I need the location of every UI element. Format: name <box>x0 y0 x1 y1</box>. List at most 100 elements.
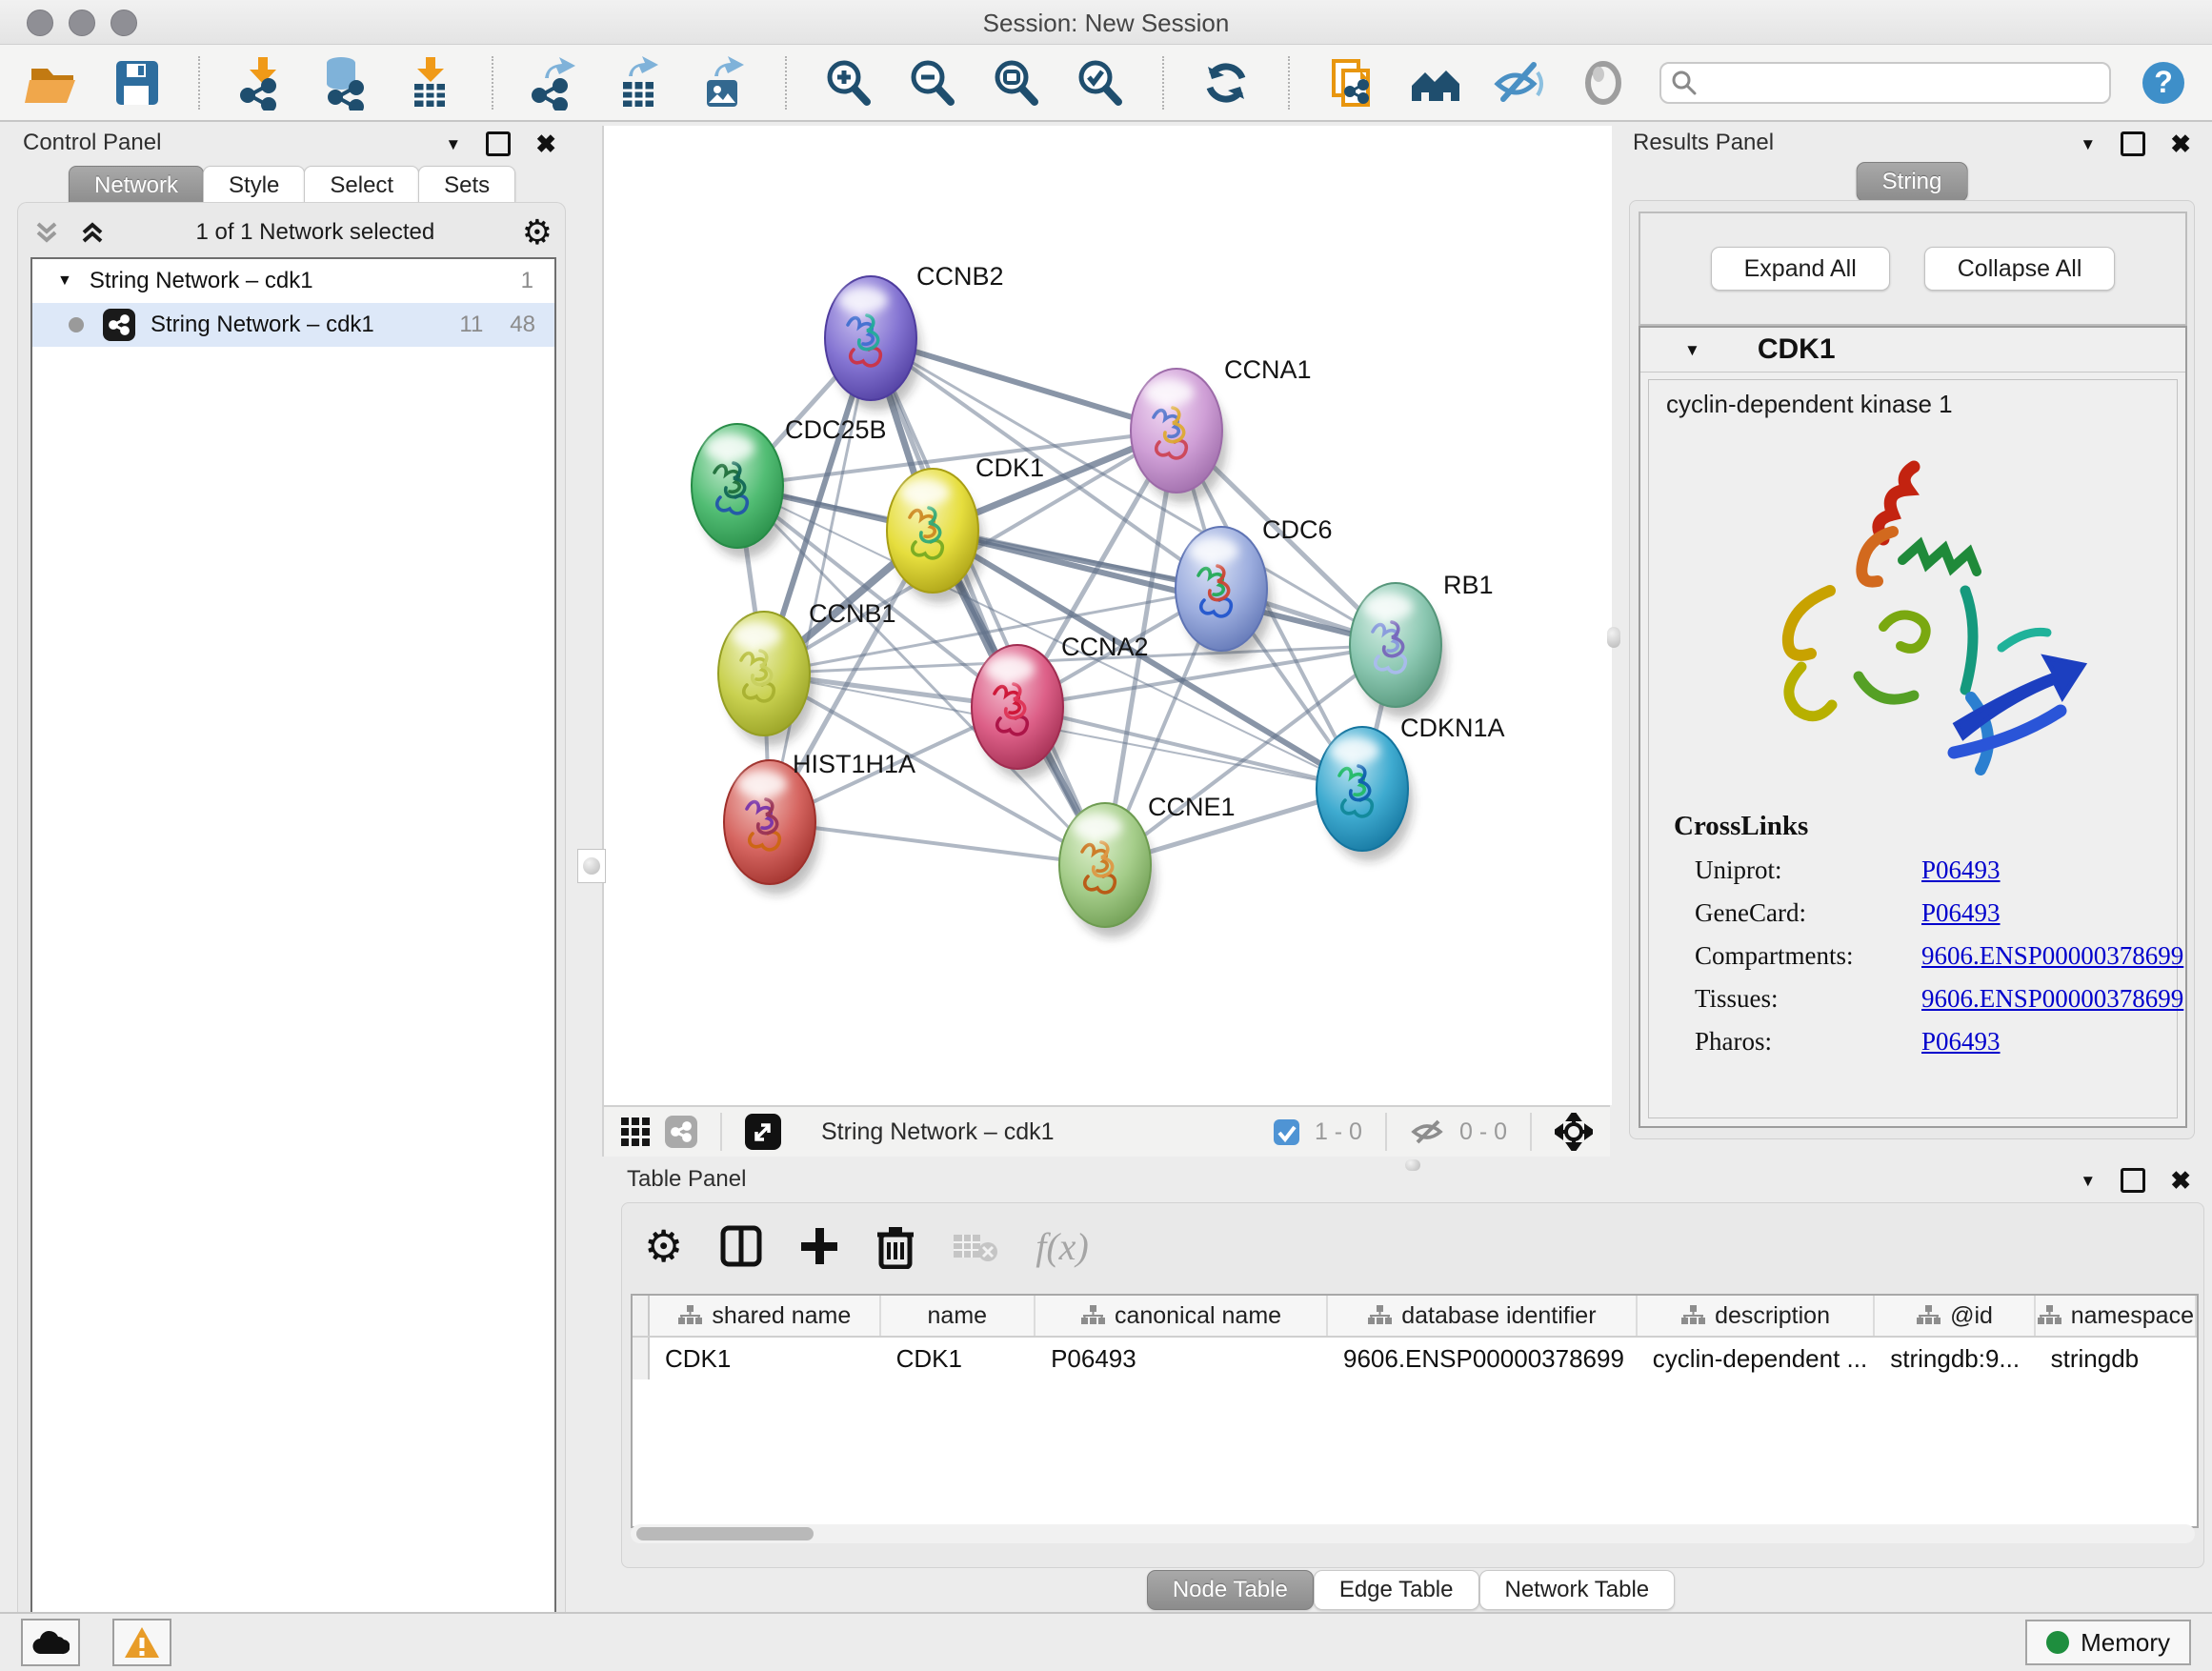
collapse-all-icon[interactable] <box>30 218 63 247</box>
network-row[interactable]: String Network – cdk1 11 48 <box>32 303 554 347</box>
table-hscrollbar[interactable] <box>631 1524 2195 1543</box>
table-cell[interactable]: cyclin-dependent ... <box>1638 1338 1876 1379</box>
refresh-icon[interactable] <box>1198 55 1254 111</box>
table-cell[interactable]: CDK1 <box>650 1338 881 1379</box>
help-icon[interactable]: ? <box>2140 55 2187 111</box>
collapse-all-button[interactable]: Collapse All <box>1924 247 2116 291</box>
left-splitter-handle[interactable] <box>577 849 606 883</box>
gene-section-header[interactable]: ▼ CDK1 <box>1640 328 2185 372</box>
close-panel-icon[interactable]: ✖ <box>2170 1168 2191 1193</box>
tab-node-table[interactable]: Node Table <box>1147 1570 1314 1610</box>
network-node-CCNB2[interactable]: CCNB2 <box>825 262 1004 411</box>
open-in-window-icon[interactable] <box>745 1114 781 1150</box>
float-panel-icon[interactable] <box>2121 1168 2145 1193</box>
import-network-file-icon[interactable] <box>234 55 290 111</box>
crosslink-link[interactable]: P06493 <box>1921 1027 2001 1057</box>
tab-network[interactable]: Network <box>69 166 204 206</box>
warnings-button[interactable] <box>112 1619 171 1666</box>
zoom-in-icon[interactable] <box>821 55 876 111</box>
network-canvas[interactable]: CCNB2CCNA1CDC25BCDK1CDC6RB1CCNB1CCNA2CDK… <box>602 126 1612 1105</box>
crosslink-link[interactable]: P06493 <box>1921 856 2001 885</box>
hide-panel-icon[interactable] <box>1492 55 1547 111</box>
export-table-icon[interactable] <box>612 55 667 111</box>
expand-all-icon[interactable] <box>76 218 109 247</box>
float-panel-icon[interactable] <box>486 131 511 156</box>
network-edge-CCNA2-CDKN1A[interactable] <box>1017 707 1362 789</box>
column-header-name[interactable]: name <box>881 1296 1036 1336</box>
import-table-icon[interactable] <box>402 55 457 111</box>
save-session-icon[interactable] <box>109 55 164 111</box>
table-settings-gear-icon[interactable]: ⚙ <box>644 1224 683 1268</box>
column-header-shared-name[interactable]: shared name <box>650 1296 881 1336</box>
export-network-icon[interactable] <box>528 55 583 111</box>
crosslink-link[interactable]: 9606.ENSP00000378699 <box>1921 984 2183 1014</box>
tab-network-table[interactable]: Network Table <box>1479 1570 1676 1610</box>
table-row[interactable]: CDK1CDK1P064939606.ENSP00000378699cyclin… <box>633 1338 2197 1379</box>
tab-sets[interactable]: Sets <box>418 166 515 206</box>
collapse-panel-icon[interactable]: ▼ <box>445 136 461 152</box>
column-header-canonical-name[interactable]: canonical name <box>1036 1296 1328 1336</box>
selected-checkbox-icon[interactable] <box>1274 1119 1299 1145</box>
network-node-CDKN1A[interactable]: CDKN1A <box>1317 714 1505 861</box>
cloud-button[interactable] <box>21 1619 80 1666</box>
clone-network-icon[interactable] <box>1324 55 1379 111</box>
column-header-description[interactable]: description <box>1638 1296 1876 1336</box>
section-expand-icon[interactable]: ▼ <box>1684 342 1700 358</box>
export-image-icon[interactable] <box>695 55 751 111</box>
table-cell[interactable]: stringdb <box>2036 1338 2197 1379</box>
tree-expand-icon[interactable]: ▼ <box>57 272 72 290</box>
zoom-fit-icon[interactable] <box>989 55 1044 111</box>
add-column-icon[interactable] <box>799 1226 839 1266</box>
table-cell[interactable]: 9606.ENSP00000378699 <box>1328 1338 1638 1379</box>
tab-style[interactable]: Style <box>203 166 305 206</box>
show-columns-icon[interactable] <box>719 1224 763 1268</box>
network-collection-row[interactable]: ▼ String Network – cdk1 1 <box>32 259 554 303</box>
column-header-namespace[interactable]: namespace <box>2036 1296 2197 1336</box>
tab-string[interactable]: String <box>1857 162 1968 202</box>
table-cell[interactable]: CDK1 <box>881 1338 1036 1379</box>
import-network-database-icon[interactable] <box>318 55 373 111</box>
network-node-RB1[interactable]: RB1 <box>1350 571 1494 717</box>
grid-view-icon[interactable] <box>621 1117 650 1146</box>
table-cell[interactable]: stringdb:9... <box>1875 1338 2035 1379</box>
close-panel-icon[interactable]: ✖ <box>535 131 556 156</box>
tab-edge-table[interactable]: Edge Table <box>1314 1570 1479 1610</box>
column-header-database-identifier[interactable]: database identifier <box>1328 1296 1638 1336</box>
home-icon[interactable] <box>1408 55 1463 111</box>
control-panel-tabs: NetworkStyleSelectSets <box>69 166 514 206</box>
network-node-CDC25B[interactable]: CDC25B <box>692 415 887 558</box>
network-view-toolbar: String Network – cdk1 1 - 0 0 - 0 <box>602 1105 1610 1157</box>
zoom-out-icon[interactable] <box>905 55 960 111</box>
expand-all-button[interactable]: Expand All <box>1711 247 1890 291</box>
search-field[interactable] <box>1659 62 2111 104</box>
network-edge-HIST1H1A-CCNE1[interactable] <box>770 822 1105 865</box>
node-label-HIST1H1A: HIST1H1A <box>793 750 915 778</box>
scrollbar-thumb[interactable] <box>636 1527 814 1540</box>
window-title: Session: New Session <box>0 9 2212 38</box>
delete-column-icon[interactable] <box>875 1223 915 1269</box>
zoom-selected-icon[interactable] <box>1073 55 1128 111</box>
float-panel-icon[interactable] <box>2121 131 2145 156</box>
string-view-icon[interactable] <box>665 1116 697 1148</box>
network-node-CCNB1[interactable]: CCNB1 <box>718 599 896 746</box>
column-header--id[interactable]: @id <box>1875 1296 2035 1336</box>
crosslink-link[interactable]: 9606.ENSP00000378699 <box>1921 941 2183 971</box>
gear-icon[interactable]: ⚙ <box>522 215 553 250</box>
crosslink-link[interactable]: P06493 <box>1921 898 2001 928</box>
collapse-panel-icon[interactable]: ▼ <box>2080 1173 2096 1189</box>
network-node-CCNE1[interactable]: CCNE1 <box>1059 793 1236 937</box>
close-panel-icon[interactable]: ✖ <box>2170 131 2191 156</box>
show-panel-icon[interactable] <box>1576 55 1631 111</box>
open-session-icon[interactable] <box>25 55 80 111</box>
network-node-HIST1H1A[interactable]: HIST1H1A <box>724 750 915 895</box>
table-cell[interactable]: P06493 <box>1036 1338 1328 1379</box>
network-node-CDC6[interactable]: CDC6 <box>1176 515 1333 661</box>
memory-button[interactable]: Memory <box>2025 1620 2191 1665</box>
birdseye-toggle-icon[interactable] <box>1555 1113 1593 1151</box>
network-edge-CCNB2-CCNE1[interactable] <box>871 338 1105 865</box>
node-table[interactable]: shared namenamecanonical namedatabase id… <box>631 1294 2199 1528</box>
collapse-panel-icon[interactable]: ▼ <box>2080 136 2096 152</box>
search-input[interactable] <box>1705 69 2100 97</box>
network-node-CCNA1[interactable]: CCNA1 <box>1131 355 1312 503</box>
tab-select[interactable]: Select <box>304 166 419 206</box>
